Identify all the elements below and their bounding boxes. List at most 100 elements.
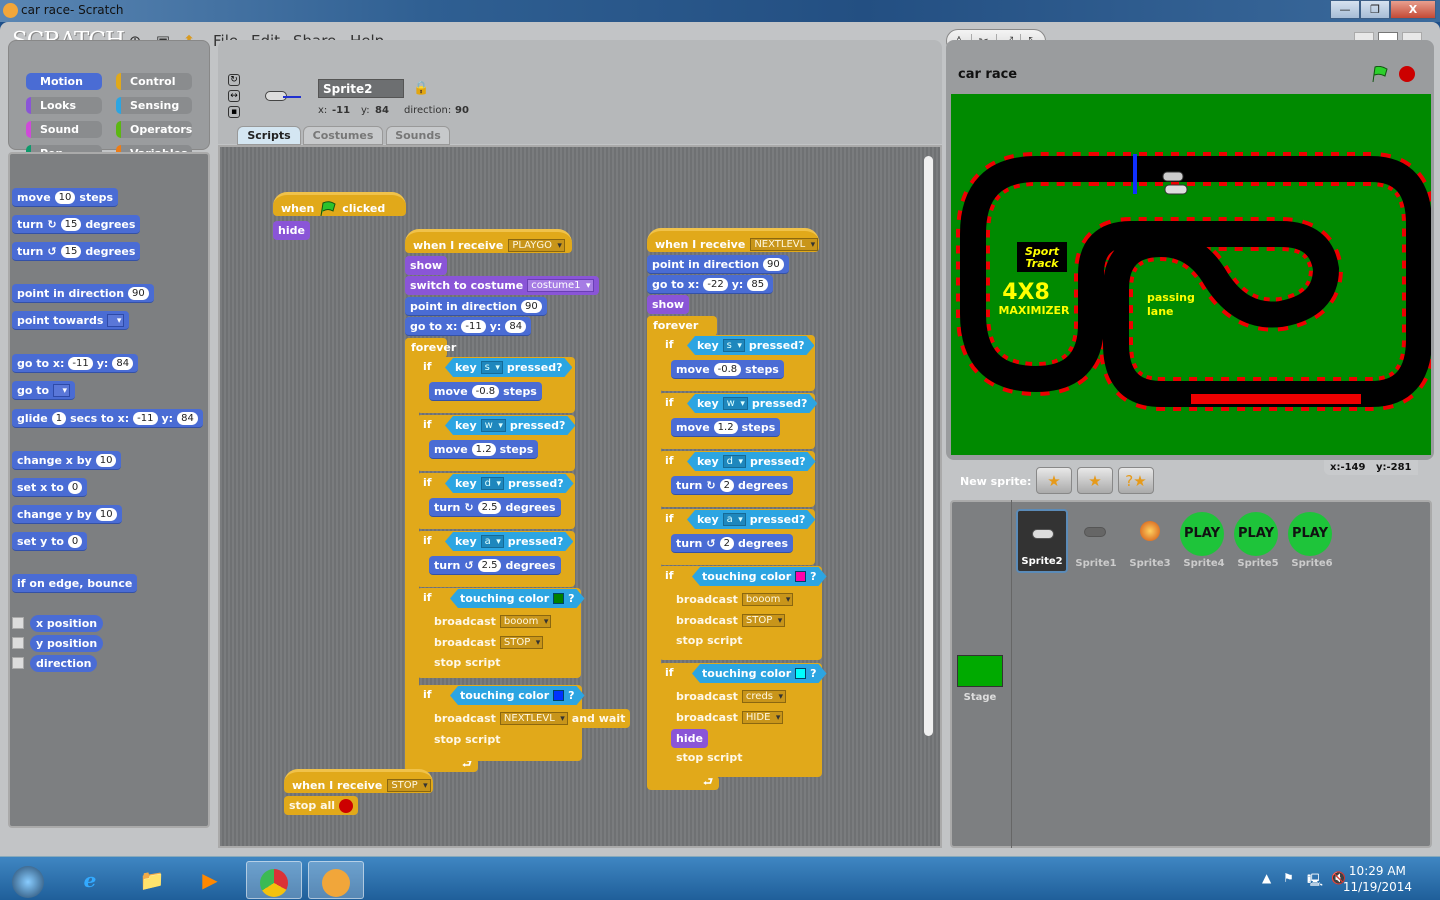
key-dropdown[interactable]: a (723, 513, 746, 526)
turn-ccw-block[interactable]: turn ↺ 2 degrees (671, 534, 794, 553)
palette-goto-xy-block[interactable]: go to x: -11 y: 84 (12, 354, 139, 373)
category-sound[interactable]: Sound (26, 121, 102, 138)
category-control[interactable]: Control (116, 73, 192, 90)
x-input[interactable]: -11 (68, 356, 93, 370)
sprite-tile-sprite5[interactable]: PLAY Sprite5 (1232, 509, 1284, 573)
broadcast-block[interactable]: broadcast booom (429, 612, 557, 631)
palette-glide-block[interactable]: glide 1 secs to x: -11 y: 84 (12, 409, 203, 428)
move-block[interactable]: move -0.8 steps (429, 382, 542, 401)
palette-goto-block[interactable]: go to (12, 381, 76, 400)
key-dropdown[interactable]: w (481, 419, 506, 432)
key-dropdown[interactable]: d (723, 455, 746, 468)
stage-thumbnail[interactable] (957, 655, 1003, 687)
palette-bounce-block[interactable]: if on edge, bounce (12, 574, 138, 593)
steps-input[interactable]: 1.2 (713, 420, 738, 434)
network-icon[interactable]: 🖳 (1307, 871, 1323, 892)
steps-input[interactable]: -0.8 (713, 362, 742, 376)
secs-input[interactable]: 1 (51, 411, 67, 425)
broadcast-block[interactable]: broadcast HIDE (671, 708, 789, 727)
message-dropdown[interactable]: HIDE (741, 711, 784, 724)
stage-canvas[interactable]: Sport Track 4X8 MAXIMIZER passing lane (951, 94, 1431, 455)
turn-cw-block[interactable]: turn ↻ 2 degrees (671, 476, 794, 495)
x-input[interactable]: -22 (703, 277, 728, 291)
palette-turn-ccw-block[interactable]: turn ↺ 15 degrees (12, 242, 141, 261)
value-input[interactable]: 0 (67, 480, 83, 494)
minimize-button[interactable]: — (1330, 0, 1360, 19)
touching-color-sensor[interactable]: touching color? (450, 686, 585, 705)
target-dropdown[interactable] (107, 313, 125, 327)
direction-dropdown[interactable]: 90 (128, 286, 149, 300)
stop-script-block[interactable]: stop script (671, 748, 748, 767)
move-block[interactable]: move 1.2 steps (671, 418, 781, 437)
palette-turn-cw-block[interactable]: turn ↻ 15 degrees (12, 215, 141, 234)
broadcast-and-wait-block[interactable]: broadcastNEXTLEVLand wait (429, 709, 631, 728)
point-direction-block[interactable]: point in direction 90 (405, 297, 547, 316)
tab-sounds[interactable]: Sounds (386, 126, 450, 145)
steps-input[interactable]: -0.8 (471, 384, 500, 398)
forever-block[interactable]: forever (647, 316, 717, 336)
random-sprite-button[interactable]: ?★ (1118, 467, 1154, 494)
degrees-input[interactable]: 15 (60, 217, 82, 231)
key-pressed-sensor[interactable]: keyd pressed? (687, 452, 816, 471)
palette-set-y-block[interactable]: set y to 0 (12, 532, 88, 551)
hide-block[interactable]: hide (671, 729, 708, 748)
y-position-reporter[interactable]: y position (30, 635, 104, 652)
degrees-input[interactable]: 2.5 (477, 500, 502, 514)
file-explorer-icon[interactable]: 📁 (124, 861, 180, 899)
move-block[interactable]: move -0.8 steps (671, 360, 784, 379)
tab-costumes[interactable]: Costumes (303, 126, 383, 145)
category-looks[interactable]: Looks (26, 97, 102, 114)
goto-xy-block[interactable]: go to x: -22 y: 85 (647, 275, 774, 294)
key-dropdown[interactable]: d (481, 477, 504, 490)
key-pressed-sensor[interactable]: keyspressed? (445, 358, 572, 377)
y-input[interactable]: 84 (177, 411, 198, 425)
forever-block[interactable]: forever (405, 338, 456, 358)
message-dropdown[interactable]: NEXTLEVL (499, 712, 568, 725)
broadcast-block[interactable]: broadcast STOP (671, 611, 791, 630)
direction-dropdown[interactable]: 90 (763, 257, 784, 271)
category-operators[interactable]: Operators (116, 121, 192, 138)
internet-explorer-icon[interactable]: e (62, 861, 118, 899)
degrees-input[interactable]: 15 (60, 244, 82, 258)
message-dropdown[interactable]: STOP (499, 636, 544, 649)
lock-icon[interactable]: 🔒 (413, 81, 429, 96)
color-swatch[interactable] (795, 668, 806, 679)
sprite-name-field[interactable]: Sprite2 (318, 79, 404, 98)
stop-script-block[interactable]: stop script (429, 653, 506, 672)
key-pressed-sensor[interactable]: keyapressed? (445, 532, 573, 551)
when-flag-clicked-hat[interactable]: when clicked (273, 192, 406, 216)
when-receive-nextlevl-hat[interactable]: when I receive NEXTLEVL (647, 228, 819, 252)
tab-scripts[interactable]: Scripts (237, 126, 301, 145)
degrees-input[interactable]: 2.5 (477, 558, 502, 572)
sprite-tile-sprite3[interactable]: Sprite3 (1124, 509, 1176, 573)
color-swatch[interactable] (795, 571, 806, 582)
value-input[interactable]: 10 (95, 507, 117, 521)
x-input[interactable]: -11 (461, 319, 486, 333)
color-swatch[interactable] (553, 690, 564, 701)
left-right-style-icon[interactable]: ↔ (228, 90, 240, 102)
stop-script-block[interactable]: stop script (429, 730, 506, 749)
palette-move-block[interactable]: move 10 steps (12, 188, 119, 207)
key-dropdown[interactable]: s (723, 339, 745, 352)
target-dropdown[interactable] (53, 383, 71, 397)
x-position-reporter[interactable]: x position (30, 615, 104, 632)
message-dropdown[interactable]: STOP (741, 614, 786, 627)
message-dropdown[interactable]: booom (499, 615, 552, 628)
close-button[interactable]: X (1390, 0, 1436, 19)
y-position-checkbox[interactable] (12, 637, 24, 649)
direction-indicator[interactable] (283, 96, 301, 98)
palette-set-x-block[interactable]: set x to 0 (12, 478, 88, 497)
turn-ccw-block[interactable]: turn ↺ 2.5 degrees (429, 556, 561, 575)
palette-change-x-block[interactable]: change x by 10 (12, 451, 122, 470)
direction-checkbox[interactable] (12, 657, 24, 669)
steps-input[interactable]: 1.2 (471, 442, 496, 456)
broadcast-block[interactable]: broadcast STOP (429, 633, 549, 652)
green-flag-button[interactable] (1371, 66, 1389, 82)
point-direction-block[interactable]: point in direction 90 (647, 255, 789, 274)
key-pressed-sensor[interactable]: keywpressed? (687, 394, 817, 413)
touching-color-sensor[interactable]: touching color? (450, 589, 585, 608)
direction-reporter[interactable]: direction (30, 655, 98, 672)
message-dropdown[interactable]: PLAYGO (508, 238, 565, 252)
message-dropdown[interactable]: booom (741, 593, 794, 606)
x-input[interactable]: -11 (133, 411, 158, 425)
